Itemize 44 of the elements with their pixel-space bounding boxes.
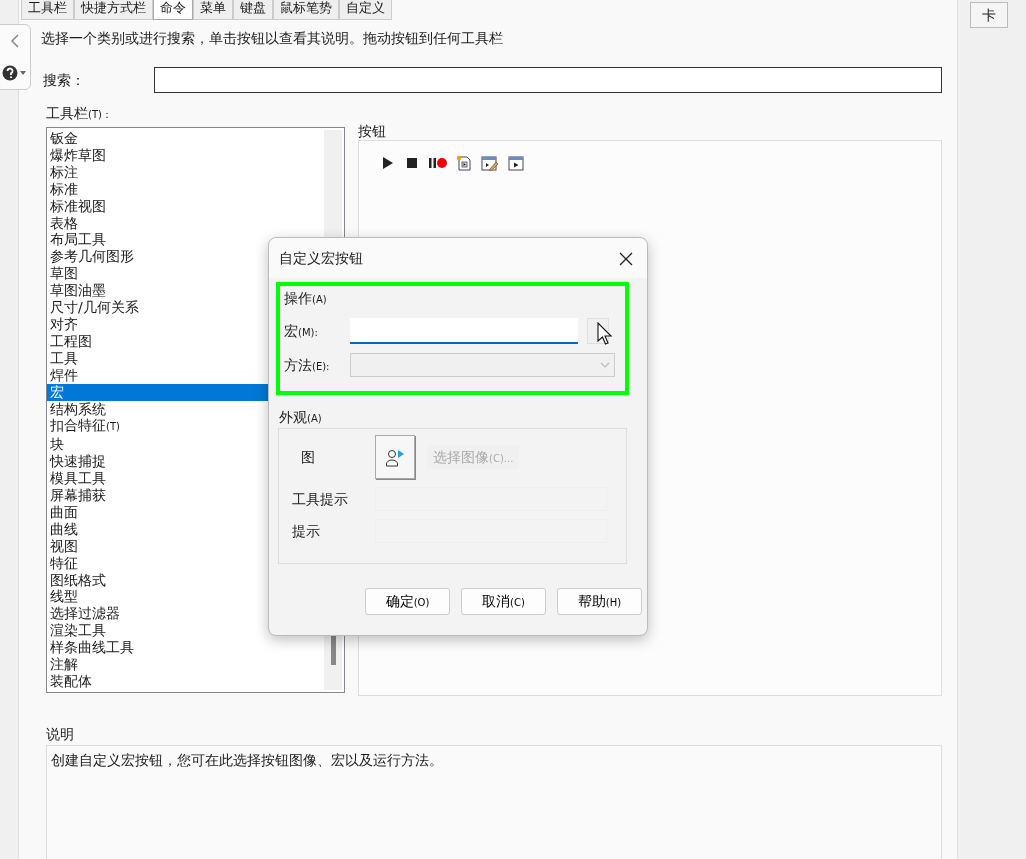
cursor-icon bbox=[597, 322, 613, 346]
dialog-button[interactable]: 确定(O) bbox=[365, 588, 450, 615]
edit-icon[interactable] bbox=[481, 155, 499, 172]
list-item[interactable]: 爆炸草图 bbox=[47, 146, 323, 164]
description-text: 创建自定义宏按钮，您可在此选择按钮图像、宏以及运行方法。 bbox=[51, 751, 444, 770]
chevron-down-icon bbox=[600, 362, 610, 368]
list-item[interactable]: 标注 bbox=[47, 163, 323, 181]
toolbars-label: 工具栏(T)： bbox=[46, 105, 112, 121]
help-icon[interactable] bbox=[1, 64, 28, 81]
tab[interactable]: 自定义 bbox=[339, 0, 392, 20]
macro-label: 宏(M): bbox=[284, 321, 319, 341]
list-item[interactable]: 表格 bbox=[47, 214, 323, 232]
dialog-button[interactable]: 帮助(H) bbox=[557, 588, 642, 615]
dialog-button[interactable]: 取消(C) bbox=[461, 588, 546, 615]
method-label: 方法(E): bbox=[284, 355, 331, 375]
appearance-group-title: 外观(A) bbox=[279, 409, 322, 425]
buttons-group-title: 按钮 bbox=[358, 123, 386, 139]
tab[interactable]: 命令 bbox=[153, 0, 193, 20]
tab[interactable]: 键盘 bbox=[233, 0, 273, 20]
side-tab[interactable]: 卡 bbox=[970, 2, 1008, 28]
list-item[interactable]: 钣金 bbox=[47, 130, 323, 147]
search-field[interactable] bbox=[154, 67, 942, 93]
tab[interactable]: 菜单 bbox=[193, 0, 233, 20]
person-icon bbox=[385, 447, 405, 468]
tab[interactable]: 鼠标笔势 bbox=[273, 0, 339, 20]
list-item[interactable]: 注解 bbox=[47, 656, 323, 673]
description-title: 说明 bbox=[46, 726, 74, 742]
back-icon[interactable] bbox=[9, 33, 20, 48]
close-icon bbox=[619, 251, 633, 266]
list-item[interactable]: 样条曲线工具 bbox=[47, 639, 323, 657]
hint-label: 提示 bbox=[291, 521, 321, 541]
tab[interactable]: 快捷方式栏 bbox=[74, 0, 153, 20]
tab[interactable]: 工具栏 bbox=[21, 0, 74, 20]
instruction-text: 选择一个类别或进行搜索，单击按钮以查看其说明。拖动按钮到任何工具栏 bbox=[41, 29, 504, 48]
macro-field[interactable] bbox=[350, 318, 578, 344]
operation-group-title: 操作(A) bbox=[284, 290, 327, 306]
new-document-icon[interactable] bbox=[456, 155, 472, 172]
image-button[interactable] bbox=[375, 435, 415, 479]
list-item[interactable]: 标准视图 bbox=[47, 197, 323, 215]
search-label: 搜索： bbox=[42, 70, 86, 90]
list-item[interactable]: 装配体 bbox=[47, 673, 323, 690]
list-item[interactable]: 标准 bbox=[47, 180, 323, 198]
image-label: 图 bbox=[300, 447, 316, 467]
window-play-icon[interactable] bbox=[508, 155, 524, 172]
